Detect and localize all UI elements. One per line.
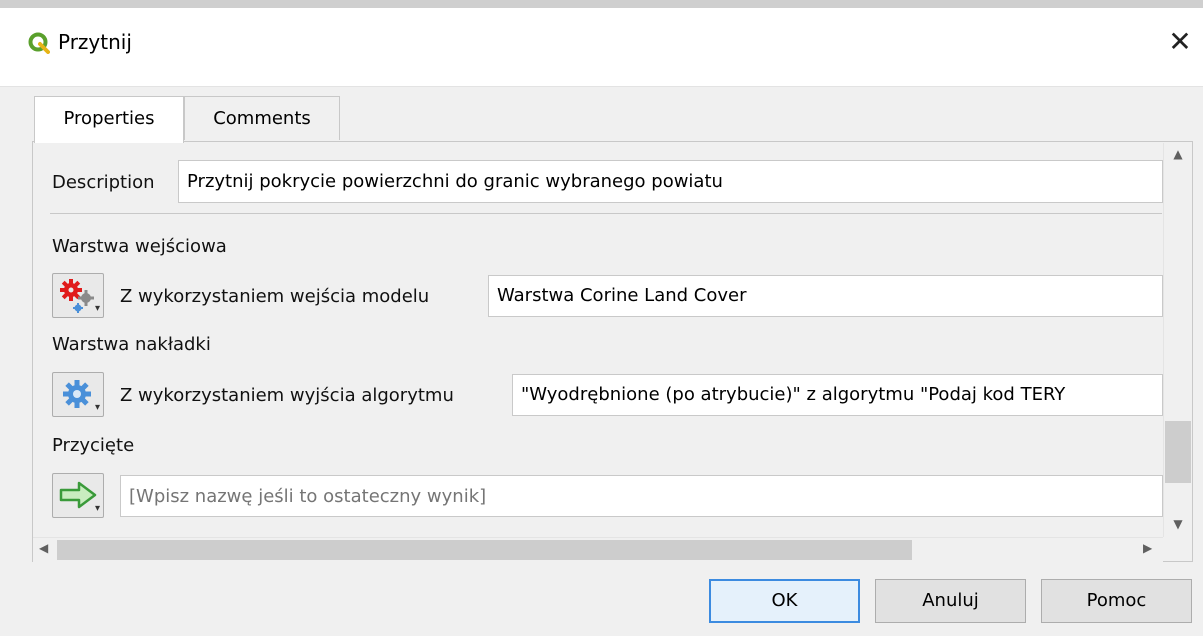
- cancel-button[interactable]: Anuluj: [875, 579, 1026, 623]
- clipped-output-input[interactable]: [120, 475, 1163, 517]
- vertical-scroll-thumb[interactable]: [1165, 421, 1191, 483]
- overlay-layer-label: Warstwa nakładki: [52, 334, 211, 355]
- scroll-down-icon[interactable]: ▼: [1164, 517, 1192, 531]
- qgis-icon: [28, 32, 50, 54]
- overlay-layer-select[interactable]: "Wyodrębnione (po atrybucie)" z algorytm…: [512, 374, 1163, 416]
- scroll-up-icon[interactable]: ▲: [1164, 147, 1192, 161]
- tab-comments[interactable]: Comments: [184, 96, 340, 140]
- ok-button[interactable]: OK: [709, 579, 860, 623]
- description-label: Description: [52, 172, 155, 193]
- close-icon[interactable]: ✕: [1157, 22, 1203, 62]
- scroll-right-icon[interactable]: ▶: [1143, 541, 1152, 555]
- window-top-edge: [0, 0, 1203, 8]
- clipped-output-label: Przycięte: [52, 435, 135, 456]
- chevron-down-icon: ▾: [94, 503, 100, 514]
- chevron-down-icon: ▾: [94, 303, 100, 314]
- input-source-label: Z wykorzystaniem wejścia modelu: [120, 286, 430, 307]
- input-layer-label: Warstwa wejściowa: [52, 236, 227, 257]
- model-input-source-button[interactable]: ▾: [52, 273, 104, 318]
- help-button[interactable]: Pomoc: [1041, 579, 1192, 623]
- tab-properties[interactable]: Properties: [34, 96, 184, 143]
- chevron-down-icon: ▾: [94, 402, 100, 413]
- horizontal-scroll-thumb[interactable]: [57, 540, 912, 560]
- algorithm-output-source-button[interactable]: ▾: [52, 372, 104, 417]
- description-input[interactable]: Przytnij pokrycie powierzchni do granic …: [178, 160, 1163, 203]
- input-layer-select[interactable]: Warstwa Corine Land Cover: [488, 275, 1163, 317]
- horizontal-scrollbar[interactable]: ◀ ▶: [33, 537, 1163, 562]
- output-source-button[interactable]: ▾: [52, 473, 104, 518]
- separator: [50, 213, 1162, 214]
- title-bar: Przytnij ✕: [0, 0, 1203, 87]
- window-title: Przytnij: [58, 30, 132, 54]
- scroll-left-icon[interactable]: ◀: [39, 541, 48, 555]
- overlay-source-label: Z wykorzystaniem wyjścia algorytmu: [120, 385, 454, 406]
- vertical-scrollbar[interactable]: ▲ ▼: [1163, 143, 1192, 537]
